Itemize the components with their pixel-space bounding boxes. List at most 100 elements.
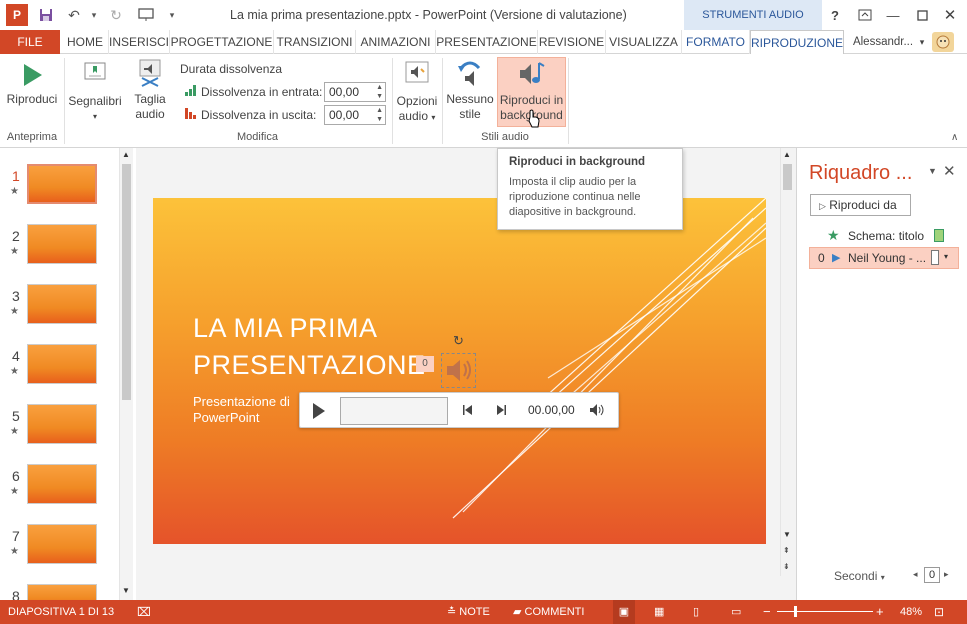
segnalibri-button[interactable]: Segnalibri ▾ — [66, 58, 124, 124]
tab-revisione[interactable]: REVISIONE — [538, 30, 606, 54]
thumbnail-number: 2 — [12, 228, 20, 244]
comment-icon: ▰ — [513, 606, 522, 618]
player-volume-icon[interactable] — [589, 403, 607, 420]
note-button[interactable]: ≛ NOTE — [447, 600, 490, 624]
user-avatar[interactable] — [932, 32, 954, 52]
normal-view-icon[interactable]: ▣ — [613, 600, 635, 624]
timeline-zoom-box[interactable]: 0 — [924, 567, 940, 583]
scrollbar-thumb[interactable] — [783, 164, 792, 190]
tab-progettazione[interactable]: PROGETTAZIONE — [170, 30, 274, 54]
slide-thumbnails-pane: 1★2★3★4★5★6★7★8★ ▲ ▼ — [0, 148, 136, 617]
thumbnail-number: 3 — [12, 288, 20, 304]
group-modifica: Modifica — [237, 131, 278, 143]
save-icon[interactable] — [36, 5, 56, 25]
fit-to-window-icon[interactable]: ⊡ — [934, 600, 944, 624]
slide-thumbnail[interactable] — [27, 524, 97, 564]
zoom-out-icon[interactable]: − — [763, 600, 771, 624]
tab-riproduzione[interactable]: RIPRODUZIONE — [750, 30, 844, 55]
undo-icon[interactable]: ↶ — [64, 5, 84, 25]
tab-transizioni[interactable]: TRANSIZIONI — [274, 30, 356, 54]
thumbnail-number: 6 — [12, 468, 20, 484]
transition-star-icon: ★ — [10, 546, 19, 557]
tab-visualizza[interactable]: VISUALIZZA — [606, 30, 682, 54]
slide-thumbnail[interactable] — [27, 224, 97, 264]
account-dropdown-icon[interactable]: ▾ — [916, 30, 928, 54]
ribbon-display-options-icon[interactable] — [850, 3, 880, 27]
animation-item[interactable]: 0 ▶ Neil Young - ... ▾ — [809, 247, 959, 269]
scroll-down-icon[interactable]: ▼ — [122, 586, 130, 595]
redo-icon[interactable]: ↻ — [106, 5, 126, 25]
riproduci-button[interactable]: Riproduci — [4, 60, 60, 116]
slideshow-view-icon[interactable]: ▭ — [731, 600, 741, 624]
player-forward-icon[interactable] — [495, 404, 507, 419]
thumbnails-scrollbar[interactable]: ▲ ▼ — [119, 148, 133, 600]
fade-out-input[interactable]: 00,00 ▲ ▼ — [324, 105, 386, 125]
slide-thumbnail[interactable] — [27, 344, 97, 384]
tab-animazioni[interactable]: ANIMAZIONI — [356, 30, 436, 54]
speaker-icon — [447, 360, 471, 381]
pane-close-icon[interactable]: ✕ — [943, 162, 956, 180]
tab-home[interactable]: HOME — [62, 30, 109, 54]
slide-thumbnail[interactable] — [27, 464, 97, 504]
pane-options-icon[interactable]: ▼ — [928, 166, 937, 176]
slide-thumbnail[interactable] — [26, 163, 98, 205]
seconds-dropdown[interactable]: Secondi ▾ — [834, 569, 885, 583]
tab-formato[interactable]: FORMATO — [682, 30, 750, 54]
collapse-ribbon-icon[interactable]: ∧ — [951, 132, 958, 143]
tab-inserisci[interactable]: INSERISCI — [109, 30, 170, 54]
fade-in-input[interactable]: 00,00 ▲ ▼ — [324, 82, 386, 102]
close-icon[interactable]: ✕ — [935, 3, 965, 27]
opzioni-audio-button[interactable]: Opzioni audio ▾ — [394, 58, 440, 124]
start-slideshow-icon[interactable] — [136, 5, 156, 25]
player-progress-bar[interactable] — [340, 397, 448, 425]
zoom-slider-thumb[interactable] — [794, 606, 797, 617]
spellcheck-icon[interactable]: ⌧ — [137, 600, 151, 624]
group-separator — [568, 58, 569, 144]
player-rewind-icon[interactable] — [462, 404, 474, 419]
comments-button[interactable]: ▰ COMMENTI — [513, 600, 584, 624]
rotate-handle-icon[interactable]: ↻ — [453, 333, 464, 349]
slide-thumbnail[interactable] — [27, 284, 97, 324]
fade-in-value: 00,00 — [329, 85, 360, 99]
undo-dropdown-icon[interactable]: ▾ — [84, 5, 104, 25]
customize-toolbar-icon[interactable]: ▾ — [162, 5, 182, 25]
status-bar: DIAPOSITIVA 1 DI 13 ⌧ ≛ NOTE ▰ COMMENTI … — [0, 600, 967, 624]
taglia-audio-button[interactable]: Taglia audio — [126, 58, 174, 124]
player-play-icon[interactable] — [312, 402, 326, 423]
background-audio-icon — [519, 62, 545, 84]
fade-in-spinner-icon[interactable]: ▲ ▼ — [376, 83, 383, 101]
tab-file[interactable]: FILE — [0, 30, 60, 54]
user-account[interactable]: Alessandr... — [848, 30, 918, 54]
help-icon[interactable]: ? — [820, 3, 850, 27]
trigger-timeline-bar — [934, 229, 944, 242]
audio-player: 00.00,00 — [299, 392, 619, 428]
next-slide-icon[interactable]: ⇟ — [783, 562, 790, 571]
nessuno-stile-button[interactable]: Nessuno stile — [444, 58, 496, 126]
mouse-cursor-icon — [527, 109, 541, 132]
scroll-up-icon[interactable]: ▲ — [122, 150, 130, 159]
fade-out-spinner-icon[interactable]: ▲ ▼ — [376, 106, 383, 124]
animation-item-dropdown-icon[interactable]: ▾ — [944, 252, 948, 261]
reading-view-icon[interactable]: ▯ — [693, 600, 699, 624]
zoom-in-timeline-icon[interactable]: ▸ — [944, 569, 949, 580]
zoom-in-icon[interactable]: + — [876, 600, 884, 624]
scrollbar-thumb[interactable] — [122, 164, 131, 400]
zoom-level[interactable]: 48% — [900, 600, 922, 624]
audio-options-icon — [405, 61, 429, 83]
slide-sorter-icon[interactable]: ▦ — [654, 600, 664, 624]
zoom-slider[interactable] — [777, 611, 873, 612]
zoom-out-timeline-icon[interactable]: ◂ — [913, 569, 918, 580]
previous-slide-icon[interactable]: ⇞ — [783, 546, 790, 555]
transition-star-icon: ★ — [10, 366, 19, 377]
riproduci-da-button[interactable]: ▷ Riproduci da — [810, 194, 911, 216]
audio-object[interactable] — [441, 353, 476, 388]
scroll-up-icon[interactable]: ▲ — [783, 150, 791, 159]
editor-scrollbar[interactable]: ▲ ▼ ⇞ ⇟ — [780, 148, 794, 576]
scroll-down-icon[interactable]: ▼ — [783, 530, 791, 539]
tab-presentazione[interactable]: PRESENTAZIONE — [436, 30, 538, 54]
minimize-icon[interactable]: — — [878, 3, 908, 27]
maximize-icon[interactable] — [907, 3, 937, 27]
media-play-icon: ▶ — [832, 252, 841, 264]
slide-thumbnail[interactable] — [27, 404, 97, 444]
taglia-label-1: Taglia — [134, 92, 166, 106]
